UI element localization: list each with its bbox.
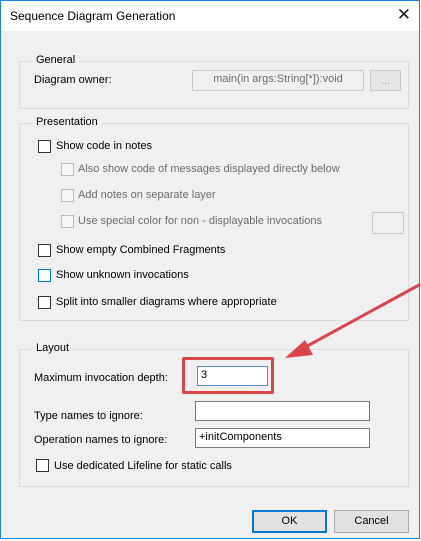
sequence-diagram-dialog: Sequence Diagram Generation ✕ General Di… (0, 0, 421, 539)
arrow-shaft (298, 283, 421, 352)
arrow-head (285, 340, 313, 358)
annotation-arrow (285, 283, 421, 358)
